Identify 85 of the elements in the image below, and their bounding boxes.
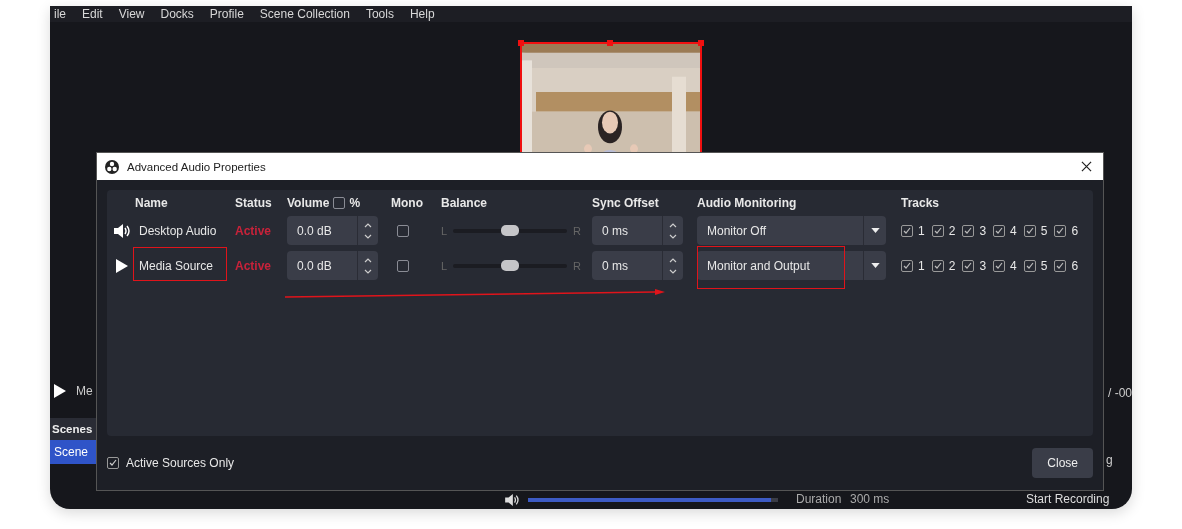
play-icon — [116, 258, 128, 273]
checkbox[interactable] — [962, 259, 975, 272]
track-label: 3 — [979, 223, 987, 238]
checkbox-label: Active Sources Only — [126, 456, 235, 470]
sync-offset-field[interactable]: 0 ms — [592, 251, 683, 280]
menu-item[interactable]: Scene Collection — [259, 7, 350, 21]
status-label: Active — [235, 258, 273, 273]
track-label: 5 — [1040, 223, 1048, 238]
column-header: Balance — [441, 196, 489, 210]
caret-icon — [870, 228, 880, 233]
menu-item[interactable]: Help — [409, 7, 435, 21]
time-label: / -00 — [1108, 386, 1132, 400]
checkbox[interactable] — [931, 224, 944, 237]
track-label: 6 — [1071, 258, 1079, 273]
resize-handle[interactable] — [607, 40, 613, 46]
slider-thumb[interactable] — [501, 259, 520, 271]
balance-label: R — [573, 259, 581, 272]
column-header: Audio Monitoring — [697, 196, 798, 210]
balance-slider[interactable] — [453, 228, 568, 233]
track-label: 2 — [948, 223, 956, 238]
checkbox[interactable] — [901, 224, 913, 237]
close-button[interactable]: Close — [1032, 448, 1093, 478]
track-label: 5 — [1040, 258, 1048, 273]
monitoring-dropdown[interactable]: Monitor and Output — [697, 251, 886, 280]
checkbox[interactable] — [107, 457, 119, 469]
source-name: Media Source — [139, 258, 214, 273]
volume-field[interactable]: 0.0 dB — [287, 251, 378, 280]
column-header: Sync Offset — [592, 196, 660, 210]
column-header: Volume — [287, 196, 330, 210]
menu-item[interactable]: View — [118, 7, 145, 21]
menu-item[interactable]: ile — [54, 7, 66, 21]
column-header: Name — [135, 196, 169, 210]
start-recording-button[interactable]: Start Recording — [1026, 492, 1110, 506]
track-label: 3 — [979, 258, 987, 273]
resize-handle[interactable] — [698, 40, 704, 46]
speaker-icon — [114, 223, 130, 238]
column-header: Status — [235, 196, 273, 210]
checkbox[interactable] — [1054, 259, 1067, 272]
window-title: Advanced Audio Properties — [127, 160, 267, 173]
menu-item[interactable]: Tools — [365, 7, 394, 21]
resize-handle[interactable] — [518, 40, 524, 46]
menu-item[interactable]: Edit — [82, 7, 103, 21]
slider-thumb[interactable] — [501, 224, 520, 236]
checkbox[interactable] — [931, 259, 944, 272]
menu-item[interactable]: Docks — [160, 7, 194, 21]
column-header: Mono — [391, 196, 424, 210]
column-header: Tracks — [901, 196, 941, 210]
sync-offset-field[interactable]: 0 ms — [592, 216, 683, 245]
menu-item[interactable]: Profile — [209, 7, 244, 21]
duration-field[interactable]: 300 ms — [850, 492, 890, 506]
monitoring-dropdown[interactable]: Monitor Off — [697, 216, 886, 245]
track-label: 4 — [1010, 258, 1017, 273]
track-label: 4 — [1010, 223, 1017, 238]
checkbox[interactable] — [333, 197, 346, 209]
track-label: 1 — [918, 258, 925, 273]
side-button[interactable]: g — [1106, 453, 1113, 467]
checkbox[interactable] — [1023, 224, 1036, 237]
close-icon[interactable] — [1081, 161, 1092, 172]
balance-label: L — [441, 224, 448, 237]
media-label: Me — [76, 384, 93, 398]
checkbox[interactable] — [1023, 259, 1036, 272]
checkbox[interactable] — [962, 224, 975, 237]
app-logo-icon — [105, 159, 119, 174]
duration-label: Duration — [796, 492, 842, 506]
checkbox[interactable] — [397, 259, 409, 272]
checkbox[interactable] — [993, 224, 1006, 237]
track-label: 1 — [918, 223, 925, 238]
source-name: Desktop Audio — [139, 223, 217, 238]
checkbox[interactable] — [993, 259, 1006, 272]
track-label: 6 — [1071, 223, 1079, 238]
status-label: Active — [235, 223, 273, 238]
caret-icon — [870, 263, 880, 268]
dock-title: Scenes — [50, 418, 96, 440]
track-label: 2 — [948, 258, 956, 273]
balance-label: L — [441, 259, 448, 272]
checkbox[interactable] — [1054, 224, 1067, 237]
volume-field[interactable]: 0.0 dB — [287, 216, 378, 245]
checkbox[interactable] — [397, 224, 409, 237]
speaker-icon[interactable] — [504, 494, 520, 506]
balance-label: R — [573, 224, 581, 237]
checkbox[interactable] — [901, 259, 913, 272]
scene-item[interactable]: Scene — [50, 440, 96, 464]
column-header: % — [349, 196, 361, 210]
balance-slider[interactable] — [453, 263, 568, 268]
play-icon[interactable] — [54, 384, 66, 398]
